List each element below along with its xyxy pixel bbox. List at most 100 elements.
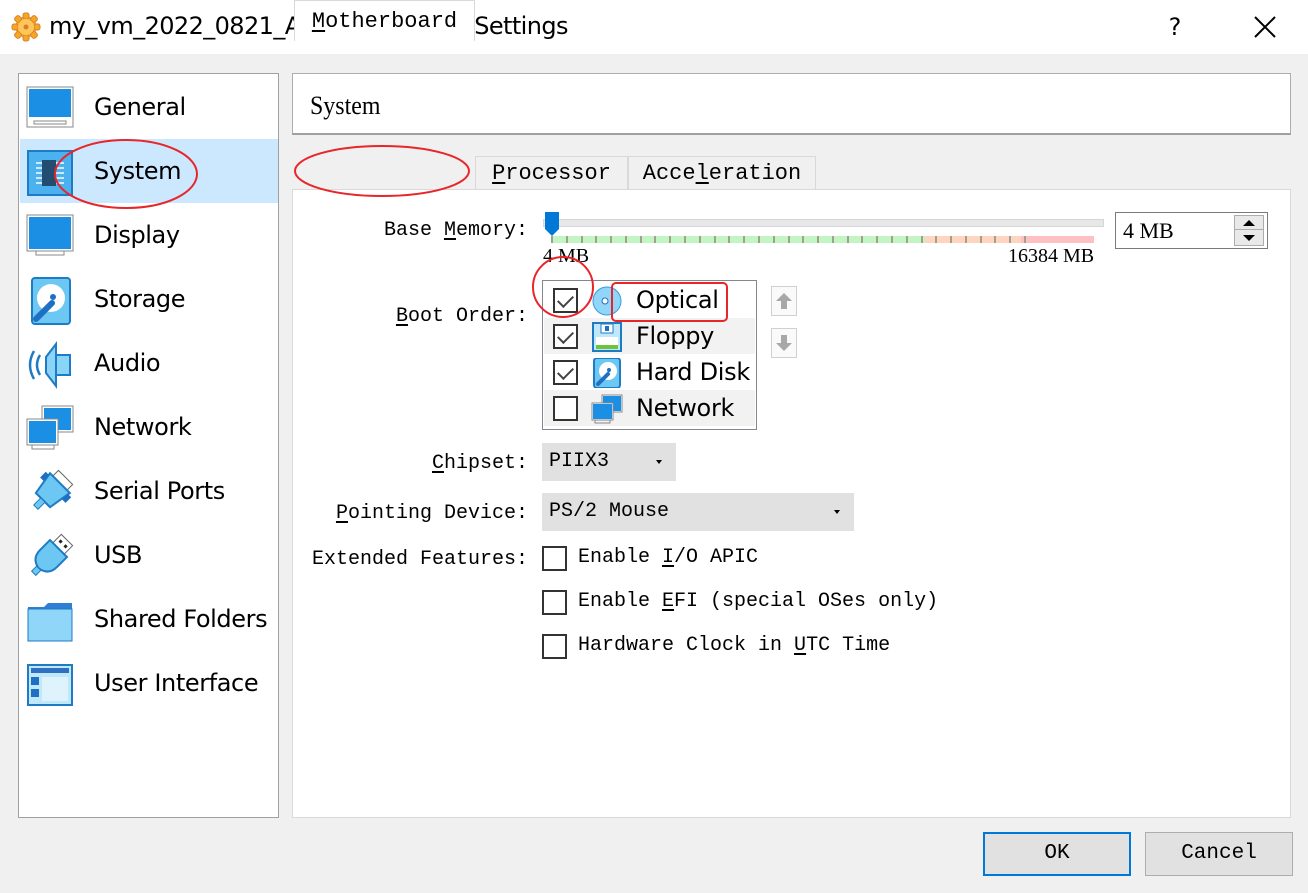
- efi-checkbox[interactable]: [542, 590, 567, 615]
- scale-tick: [743, 236, 745, 243]
- scale-tick: [965, 236, 967, 243]
- arrow-up-icon: [776, 293, 792, 309]
- floppy-disk-icon: [592, 322, 622, 352]
- base-memory-scale: [551, 236, 1094, 243]
- scale-tick: [773, 236, 775, 243]
- move-down-button[interactable]: [771, 328, 797, 358]
- tab-label-rest: eration: [708, 161, 802, 186]
- boot-floppy-checkbox[interactable]: [553, 324, 578, 349]
- display-monitor-icon: [26, 214, 74, 256]
- boot-optical-checkbox[interactable]: [553, 288, 578, 313]
- page-title: System: [310, 91, 381, 120]
- boot-hard-disk-checkbox[interactable]: [553, 360, 578, 385]
- cancel-button[interactable]: Cancel: [1145, 832, 1293, 876]
- base-memory-value[interactable]: 4 MB: [1123, 217, 1174, 245]
- scale-warning-range: [925, 236, 1021, 243]
- tab-label-pre: Acce: [642, 161, 696, 186]
- pointing-device-select[interactable]: PS/2 Mouse: [542, 493, 854, 531]
- network-monitors-icon: [26, 405, 74, 450]
- sidebar-item-general[interactable]: General: [20, 75, 278, 139]
- chevron-down-icon: [834, 510, 840, 514]
- sidebar-item-shared-folders[interactable]: Shared Folders: [20, 587, 278, 651]
- scale-tick: [817, 236, 819, 243]
- sidebar-item-label: General: [94, 93, 186, 121]
- io-apic-checkbox[interactable]: [542, 546, 567, 571]
- virtualbox-gear-icon: [11, 12, 41, 42]
- sidebar-item-label: User Interface: [94, 669, 259, 697]
- sidebar-item-audio[interactable]: Audio: [20, 331, 278, 395]
- boot-item-label: Network: [636, 394, 735, 422]
- sidebar-item-serial-ports[interactable]: Serial Ports: [20, 459, 278, 523]
- scale-tick: [802, 236, 804, 243]
- system-chip-icon: [27, 150, 73, 196]
- scale-tick: [728, 236, 730, 243]
- scale-tick: [654, 236, 656, 243]
- spin-down-button[interactable]: [1235, 231, 1263, 245]
- close-icon[interactable]: [1248, 10, 1282, 44]
- io-apic-label: Enable I/O APIC: [578, 546, 759, 569]
- scale-tick: [566, 236, 568, 243]
- base-memory-label: Base Memory:: [383, 219, 528, 242]
- sidebar-item-system[interactable]: System: [20, 139, 278, 203]
- pointing-device-value: PS/2 Mouse: [549, 500, 670, 523]
- scale-tick: [980, 236, 982, 243]
- base-memory-spinbox[interactable]: 4 MB: [1115, 212, 1268, 249]
- sidebar-item-display[interactable]: Display: [20, 203, 278, 267]
- chipset-select[interactable]: PIIX3: [542, 443, 676, 481]
- chipset-value: PIIX3: [549, 450, 610, 473]
- move-up-button[interactable]: [771, 286, 797, 316]
- extended-features-label: Extended Features:: [311, 548, 528, 571]
- scale-tick: [714, 236, 716, 243]
- boot-order-list[interactable]: Optical Floppy Hard Disk Network: [542, 280, 757, 430]
- boot-item-floppy[interactable]: Floppy: [544, 318, 755, 354]
- scale-tick: [832, 236, 834, 243]
- sidebar-item-label: Display: [94, 221, 180, 249]
- boot-network-checkbox[interactable]: [553, 396, 578, 421]
- sidebar-item-usb[interactable]: USB: [20, 523, 278, 587]
- tab-label-rest: rocessor: [505, 161, 611, 186]
- scale-tick: [906, 236, 908, 243]
- tab-acceleration[interactable]: Acceleration: [628, 156, 816, 190]
- boot-item-optical[interactable]: Optical: [544, 282, 755, 318]
- base-memory-slider-track[interactable]: [543, 219, 1104, 227]
- tab-motherboard[interactable]: Motherboard: [294, 0, 475, 41]
- sidebar-item-label: Serial Ports: [94, 477, 225, 505]
- scale-tick: [994, 236, 996, 243]
- general-monitor-icon: [26, 86, 74, 128]
- tab-label-rest: otherboard: [325, 9, 458, 34]
- ok-button[interactable]: OK: [983, 832, 1131, 876]
- memory-min-label: 4 MB: [543, 245, 590, 267]
- sidebar-item-network[interactable]: Network: [20, 395, 278, 459]
- scale-tick: [1009, 236, 1011, 243]
- sidebar-item-user-interface[interactable]: User Interface: [20, 651, 278, 715]
- tab-processor[interactable]: Processor: [475, 156, 628, 190]
- utc-clock-label: Hardware Clock in UTC Time: [578, 634, 891, 657]
- scale-tick: [640, 236, 642, 243]
- scale-tick: [950, 236, 952, 243]
- arrow-down-icon: [776, 335, 792, 351]
- sidebar-item-label: System: [94, 157, 182, 185]
- sidebar-item-storage[interactable]: Storage: [20, 267, 278, 331]
- settings-sidebar: General System Display Storage Audio Net…: [18, 73, 279, 818]
- scale-tick: [581, 236, 583, 243]
- utc-clock-checkbox[interactable]: [542, 634, 567, 659]
- help-button[interactable]: ?: [1160, 10, 1190, 44]
- user-interface-window-icon: [27, 664, 73, 706]
- tab-mnemonic: M: [311, 9, 326, 34]
- page-header: System: [292, 73, 1291, 135]
- pointing-device-label: Pointing Device:: [335, 502, 528, 525]
- tab-mnemonic: l: [695, 161, 709, 186]
- usb-plug-icon: [30, 533, 74, 577]
- spin-buttons: [1234, 215, 1264, 246]
- boot-item-label: Floppy: [636, 322, 715, 350]
- base-memory-slider-thumb[interactable]: [544, 211, 560, 237]
- serial-port-icon: [33, 469, 74, 510]
- scale-tick: [891, 236, 893, 243]
- scale-safe-range: [551, 236, 925, 243]
- tab-mnemonic: P: [492, 161, 506, 186]
- boot-item-hard-disk[interactable]: Hard Disk: [544, 354, 755, 390]
- scale-tick: [699, 236, 701, 243]
- boot-item-network[interactable]: Network: [544, 390, 755, 426]
- boot-order-label: Boot Order:: [395, 305, 528, 328]
- spin-up-button[interactable]: [1235, 216, 1263, 230]
